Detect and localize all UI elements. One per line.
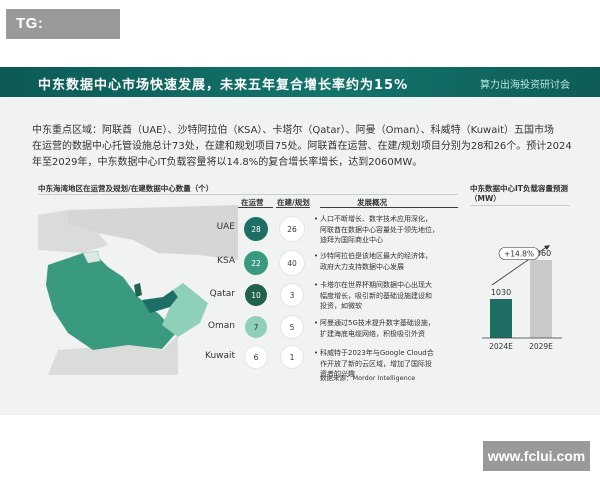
source-note: 数据来源：Mordor Intelligence: [320, 374, 416, 382]
note-line: 幅度增长，吸引新的基础设施建设和: [320, 291, 432, 300]
operating-bubble: 22: [244, 251, 268, 275]
intro-line: 年至2029年，中东数据中心IT负载容量将以14.8%的复合增长率增长，达到20…: [32, 157, 423, 168]
operating-bubble: 10: [245, 284, 267, 306]
x-tick-label: 2029E: [529, 342, 553, 351]
country-label: Qatar: [209, 289, 235, 299]
watermark-bottom: www.fclui.com: [483, 441, 590, 471]
bar-value-label: 1030: [491, 288, 511, 297]
operating-bubble: 28: [244, 217, 268, 241]
planned-bubble: 1: [281, 346, 303, 368]
region-oman: [162, 283, 208, 337]
note-line: 人口不断增长、数字技术应用深化，: [320, 215, 432, 223]
planned-bubble: 40: [280, 251, 304, 275]
watermark-top: TG: MYYJJPP: [6, 9, 120, 62]
overview-note: • 卡塔尔在世界杯期间数据中心出现大 幅度增长，吸引新的基础设施建设和 投资，如…: [314, 280, 458, 312]
forecast-unit: （MW）: [470, 194, 501, 203]
intro-line: 在运营的数据中心托管设施总计73处，在建和规划项目75处。阿联酋在运营、在建/规…: [32, 141, 572, 152]
overview-note: • 人口不断增长、数字技术应用深化， 阿联酋在数据中心容量处于领先地位， 迪拜为…: [314, 214, 458, 246]
bullet-dot: •: [314, 252, 319, 260]
overview-note: • 沙特阿拉伯是该地区最大的经济体， 政府大力支持数据中心发展: [314, 251, 458, 272]
country-label: Oman: [207, 321, 235, 331]
title-banner: 中东数据中心市场快速发展，未来五年复合增长率约为15% 算力出海投资研讨会: [0, 67, 600, 97]
growth-label: +14.8%: [504, 250, 534, 259]
note-line: 阿联酋在数据中心容量处于领先地位，: [320, 225, 439, 234]
country-label: Kuwait: [205, 351, 236, 361]
country-label: KSA: [217, 256, 235, 266]
overview-note: • 阿曼通过5G技术提升数字基础设施， 扩建海底电缆网络，积极吸引外资: [314, 318, 458, 339]
bar-2029E: [530, 260, 552, 338]
bullet-dot: •: [314, 319, 319, 327]
bar-2024E: [490, 299, 512, 338]
col-rule: [320, 207, 458, 208]
country-label: UAE: [216, 222, 235, 232]
brand-label: 算力出海投资研讨会: [480, 80, 570, 91]
map-panel-title: 中东海湾地区在运营及规划/在建数据中心数量（个）: [38, 184, 214, 193]
col-rule: [238, 207, 273, 208]
note-line: 沙特阿拉伯是该地区最大的经济体，: [320, 252, 432, 260]
planned-bubble: 5: [281, 316, 303, 338]
note-line: 政府大力支持数据中心发展: [320, 262, 404, 271]
slide-title: 中东数据中心市场快速发展，未来五年复合增长率约为15%: [38, 78, 409, 93]
note-line: 投资，如微软: [320, 302, 362, 310]
note-line: 科威特于2023年与Google Cloud合: [320, 349, 434, 357]
forecast-bar-chart: 10302024E20602029E+14.8%: [482, 245, 562, 351]
note-line: 作开放了新的云区域，增加了国际投: [320, 359, 432, 368]
note-line: 阿曼通过5G技术提升数字基础设施，: [320, 319, 435, 327]
planned-bubble: 3: [281, 284, 303, 306]
operating-bubble: 7: [245, 316, 267, 338]
operating-bubble: 6: [245, 346, 267, 368]
intro-line: 中东重点区域：阿联酋（UAE）、沙特阿拉伯（KSA）、卡塔尔（Qatar）、阿曼…: [32, 125, 555, 136]
divider: [470, 205, 570, 206]
divider: [38, 194, 458, 195]
note-line: 扩建海底电缆网络，积极吸引外资: [320, 329, 425, 338]
note-line: 卡塔尔在世界杯期间数据中心出现大: [320, 281, 432, 289]
col-rule: [276, 207, 310, 208]
x-tick-label: 2024E: [489, 342, 513, 351]
planned-bubble: 26: [280, 217, 304, 241]
bullet-dot: •: [314, 215, 319, 223]
bullet-dot: •: [314, 349, 319, 357]
bullet-dot: •: [314, 281, 319, 289]
intro-paragraph: 中东重点区域：阿联酋（UAE）、沙特阿拉伯（KSA）、卡塔尔（Qatar）、阿曼…: [32, 123, 572, 171]
note-line: 迪拜为国际商业中心: [320, 236, 383, 244]
